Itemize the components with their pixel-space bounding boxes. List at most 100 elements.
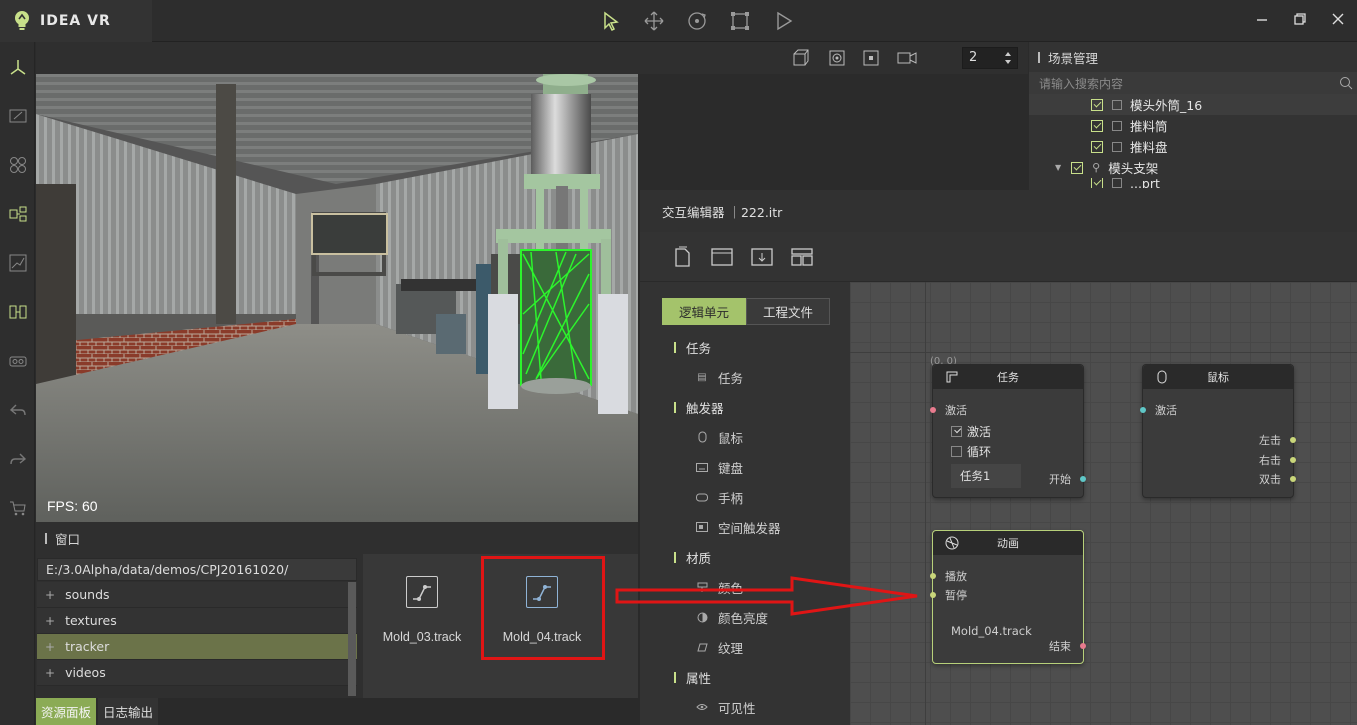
scene-search-input[interactable]: 请输入搜索内容 <box>1029 72 1357 94</box>
components-button[interactable] <box>0 140 35 189</box>
expand-plus-icon[interactable]: + <box>45 614 55 628</box>
restore-icon <box>1294 13 1306 25</box>
tab-logic-units[interactable]: 逻辑单元 <box>662 298 746 325</box>
select-tool-button[interactable] <box>596 6 626 36</box>
app-name: IDEA VR <box>40 13 111 29</box>
mouse-icon <box>696 431 708 443</box>
scene-item[interactable]: 推料筒 <box>1029 115 1357 136</box>
visibility-checkbox[interactable] <box>1091 178 1103 188</box>
open-window-button[interactable] <box>710 245 734 269</box>
expand-triangle-icon[interactable]: ▼ <box>1055 163 1061 172</box>
scene-item-label: 模头支架 <box>1108 161 1159 176</box>
output-port[interactable] <box>1290 437 1296 443</box>
visibility-checkbox[interactable] <box>1091 140 1103 153</box>
logic-item-texture[interactable]: 纹理 <box>640 632 850 662</box>
camera-count-input[interactable]: 2 <box>962 47 1018 69</box>
node-header[interactable]: 任务 <box>933 365 1083 389</box>
layout-panels-icon <box>791 247 813 267</box>
minimize-button[interactable] <box>1243 0 1281 38</box>
hierarchy-icon <box>8 204 28 224</box>
hierarchy-button[interactable] <box>0 189 35 238</box>
folder-label: sounds <box>65 587 110 602</box>
logic-item-gamepad[interactable]: 手柄 <box>640 482 850 512</box>
scene-item[interactable]: 模头外筒_16 <box>1029 94 1357 115</box>
node-graph-canvas[interactable]: (0, 0) 任务 激活 激活 循环 任务1 开始 鼠标 激活 左击 右击 双击… <box>850 282 1357 725</box>
visibility-checkbox[interactable] <box>1091 98 1103 111</box>
center-view-button[interactable] <box>860 48 882 68</box>
logic-item-keyboard[interactable]: 键盘 <box>640 452 850 482</box>
activate-checkbox[interactable]: 激活 <box>951 423 991 440</box>
mouse-node[interactable]: 鼠标 激活 左击 右击 双击 <box>1140 364 1296 498</box>
scale-tool-button[interactable] <box>725 6 755 36</box>
logic-item-space-trigger[interactable]: 空间触发器 <box>640 512 850 542</box>
input-port[interactable] <box>1140 407 1146 413</box>
scene-item[interactable]: ...prt <box>1029 178 1357 188</box>
node-header[interactable]: 动画 <box>933 531 1083 555</box>
animation-node[interactable]: 动画 播放 暂停 Mold_04.track 结束 <box>930 530 1086 664</box>
logic-item-label: 空间触发器 <box>718 520 781 536</box>
minimize-icon <box>1256 13 1268 25</box>
axes-tool-button[interactable] <box>0 42 35 91</box>
folder-item[interactable]: + sounds <box>37 582 357 608</box>
new-file-button[interactable] <box>670 245 694 269</box>
store-button[interactable] <box>0 483 35 532</box>
output-port[interactable] <box>1080 476 1086 482</box>
undo-arrow-icon <box>8 400 28 420</box>
tab-asset-panel[interactable]: 资源面板 <box>36 698 97 725</box>
move-tool-button[interactable] <box>639 6 669 36</box>
vr-mode-button[interactable] <box>0 336 35 385</box>
save-button[interactable] <box>750 245 774 269</box>
rotate-tool-button[interactable] <box>682 6 712 36</box>
search-icon[interactable] <box>1339 76 1353 90</box>
camera-button[interactable] <box>896 48 918 68</box>
interaction-editor-button[interactable] <box>0 287 35 336</box>
tab-project-files[interactable]: 工程文件 <box>746 298 830 325</box>
task-doc-icon: ▤ <box>697 371 707 383</box>
title-bar: IDEA VR <box>0 0 1357 42</box>
bottom-tab-bar: 资源面板 日志输出 <box>36 698 638 725</box>
folder-label: tracker <box>65 639 110 654</box>
scene-item-group[interactable]: ▼ ⚲ 模头支架 <box>1029 157 1357 178</box>
visibility-checkbox[interactable] <box>1091 119 1103 132</box>
logic-item-mouse[interactable]: 鼠标 <box>640 422 850 452</box>
task-name-input[interactable]: 任务1 <box>951 464 1021 488</box>
folder-scrollbar[interactable] <box>348 582 356 696</box>
visibility-checkbox[interactable] <box>1071 161 1084 174</box>
tab-log-output[interactable]: 日志输出 <box>98 698 159 725</box>
output-port[interactable] <box>1290 457 1296 463</box>
play-button[interactable] <box>768 6 798 36</box>
logic-item-visibility[interactable]: 可见性 <box>640 692 850 722</box>
3d-viewport[interactable]: FPS: 60 <box>36 74 638 522</box>
folder-item-selected[interactable]: + tracker <box>37 634 357 660</box>
folder-item[interactable]: + textures <box>37 608 357 634</box>
edit-panel-button[interactable] <box>0 91 35 140</box>
undo-button[interactable] <box>0 385 35 434</box>
curve-editor-button[interactable] <box>0 238 35 287</box>
expand-plus-icon[interactable]: + <box>45 588 55 602</box>
layout-button[interactable] <box>790 245 814 269</box>
expand-plus-icon[interactable]: + <box>45 640 55 654</box>
category-property: 属性 <box>640 662 850 692</box>
maximize-button[interactable] <box>1281 0 1319 38</box>
loop-checkbox[interactable]: 循环 <box>951 443 991 460</box>
asset-path-field[interactable]: E:/3.0Alpha/data/demos/CPJ20161020/ <box>37 558 357 581</box>
focus-view-button[interactable] <box>826 48 848 68</box>
canvas-origin-line <box>925 282 926 725</box>
input-port[interactable] <box>930 407 936 413</box>
folder-item[interactable]: + videos <box>37 660 357 686</box>
scene-item[interactable]: 推料盘 <box>1029 136 1357 157</box>
expand-plus-icon[interactable]: + <box>45 666 55 680</box>
mesh-icon <box>1112 99 1122 110</box>
folder-label: textures <box>65 613 117 628</box>
perspective-view-button[interactable] <box>790 48 812 68</box>
file-item[interactable]: Mold_03.track <box>367 568 477 656</box>
logic-item-task[interactable]: ▤ 任务 <box>640 362 850 392</box>
output-port[interactable] <box>1080 643 1086 649</box>
scene-manager-header: 场景管理 <box>1029 42 1357 72</box>
output-port[interactable] <box>1290 476 1296 482</box>
node-header[interactable]: 鼠标 <box>1143 365 1293 389</box>
redo-button[interactable] <box>0 434 35 483</box>
shopping-cart-icon <box>8 498 28 518</box>
close-button[interactable] <box>1319 0 1357 38</box>
task-node[interactable]: 任务 激活 激活 循环 任务1 开始 <box>930 364 1086 498</box>
